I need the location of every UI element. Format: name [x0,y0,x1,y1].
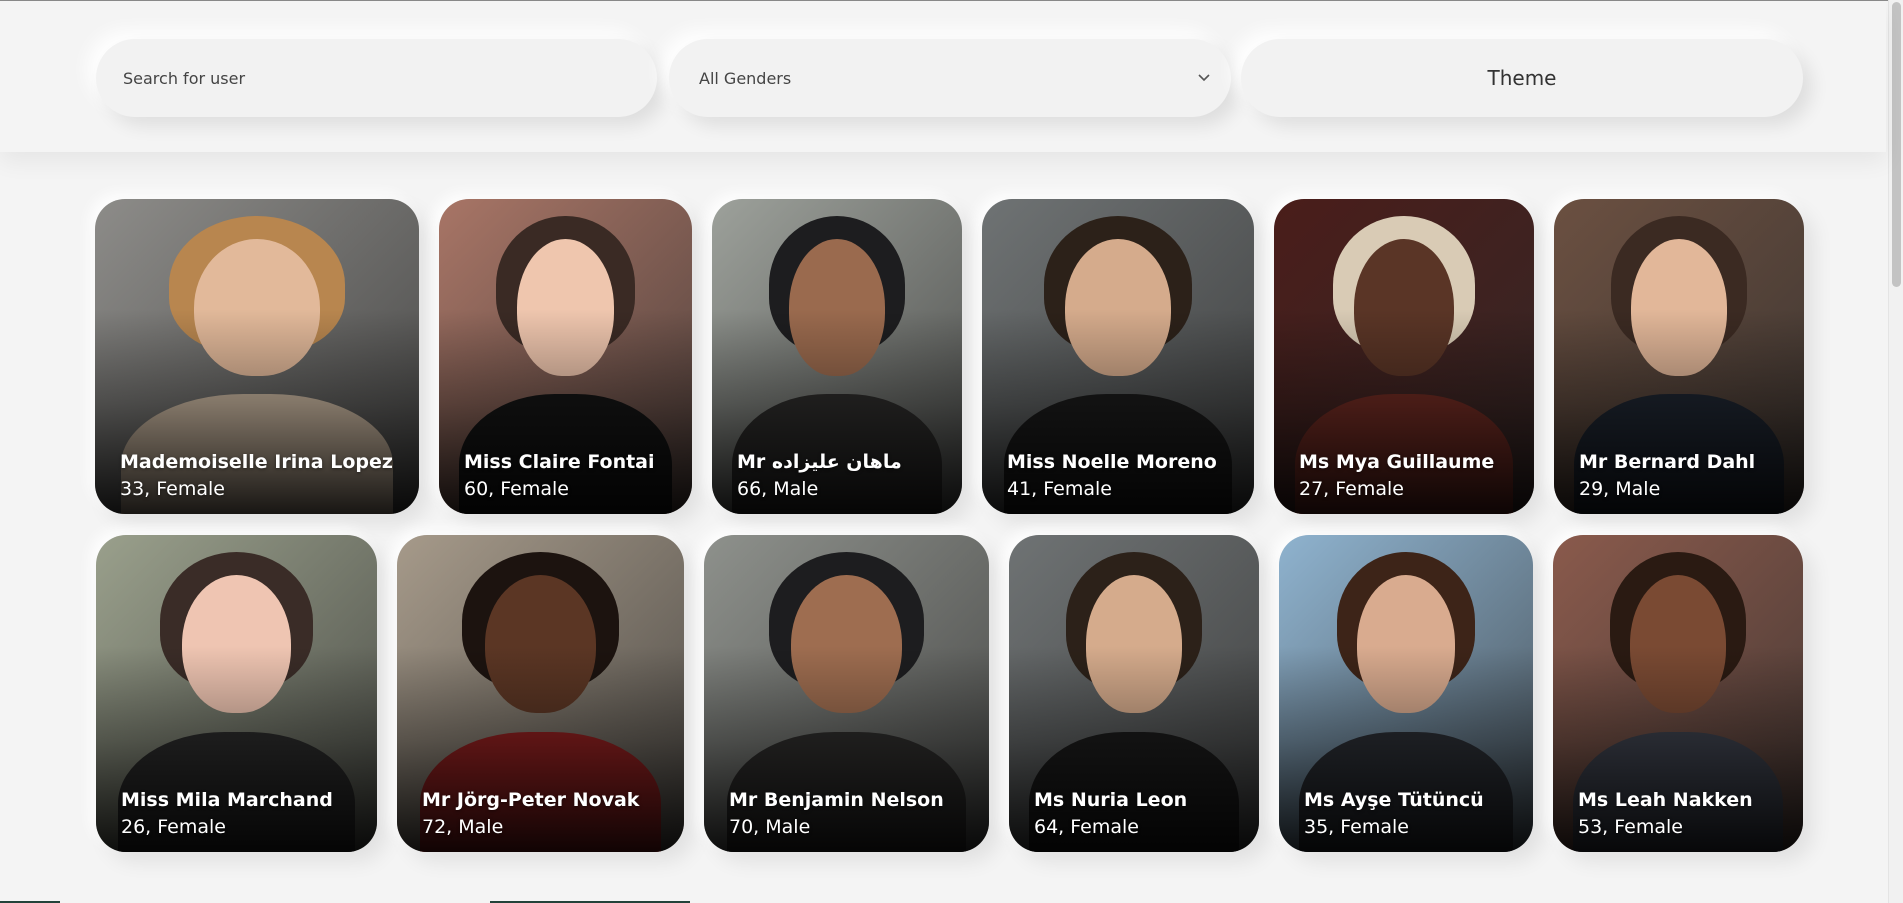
user-card[interactable]: Mademoiselle Irina Lopez 33, Female [95,199,419,514]
gender-select-value: All Genders [699,68,792,88]
user-card[interactable]: Mr Jörg-Peter Novak 72, Male [397,535,684,852]
user-age-gender: 41, Female [1007,478,1112,500]
user-card[interactable]: Ms Leah Nakken 53, Female [1553,535,1803,852]
user-age-gender: 27, Female [1299,478,1404,500]
user-card[interactable]: Mr Bernard Dahl 29, Male [1554,199,1804,514]
user-name: Ms Mya Guillaume [1299,451,1495,473]
search-box[interactable] [96,39,657,117]
user-name: Miss Mila Marchand [121,789,333,811]
user-card[interactable]: Ms Mya Guillaume 27, Female [1274,199,1534,514]
user-age-gender: 33, Female [120,478,225,500]
user-name: Ms Leah Nakken [1578,789,1753,811]
user-card[interactable]: Ms Nuria Leon 64, Female [1009,535,1259,852]
user-age-gender: 29, Male [1579,478,1661,500]
user-name: Ms Ayşe Tütüncü [1304,789,1484,811]
chevron-down-icon [1197,71,1211,85]
user-card[interactable]: Mr Benjamin Nelson 70, Male [704,535,989,852]
user-card[interactable]: Mr ماهان علیزاده 66, Male [712,199,962,514]
vertical-scrollbar[interactable] [1888,0,1903,903]
user-age-gender: 72, Male [422,816,504,838]
page: All Genders Theme Mademoiselle Irina Lop… [0,0,1903,903]
user-card[interactable]: Ms Ayşe Tütüncü 35, Female [1279,535,1533,852]
user-age-gender: 64, Female [1034,816,1139,838]
user-age-gender: 35, Female [1304,816,1409,838]
user-name: Mr ماهان علیزاده [737,451,902,473]
user-age-gender: 70, Male [729,816,811,838]
search-input[interactable] [121,67,657,89]
user-name: Ms Nuria Leon [1034,789,1188,811]
theme-button[interactable]: Theme [1241,39,1803,117]
filter-bar: All Genders Theme [0,1,1886,152]
user-age-gender: 53, Female [1578,816,1683,838]
user-age-gender: 26, Female [121,816,226,838]
user-name: Mademoiselle Irina Lopez [120,451,393,473]
scrollbar-thumb[interactable] [1892,2,1901,287]
user-age-gender: 66, Male [737,478,819,500]
user-name: Mr Jörg-Peter Novak [422,789,640,811]
user-age-gender: 60, Female [464,478,569,500]
user-card[interactable]: Miss Claire Fontai 60, Female [439,199,692,514]
user-name: Miss Noelle Moreno [1007,451,1217,473]
user-name: Mr Benjamin Nelson [729,789,944,811]
theme-button-label: Theme [1487,66,1557,90]
user-name: Mr Bernard Dahl [1579,451,1756,473]
user-card[interactable]: Miss Mila Marchand 26, Female [96,535,377,852]
user-card[interactable]: Miss Noelle Moreno 41, Female [982,199,1254,514]
user-name: Miss Claire Fontai [464,451,655,473]
gender-select[interactable]: All Genders [669,39,1231,117]
